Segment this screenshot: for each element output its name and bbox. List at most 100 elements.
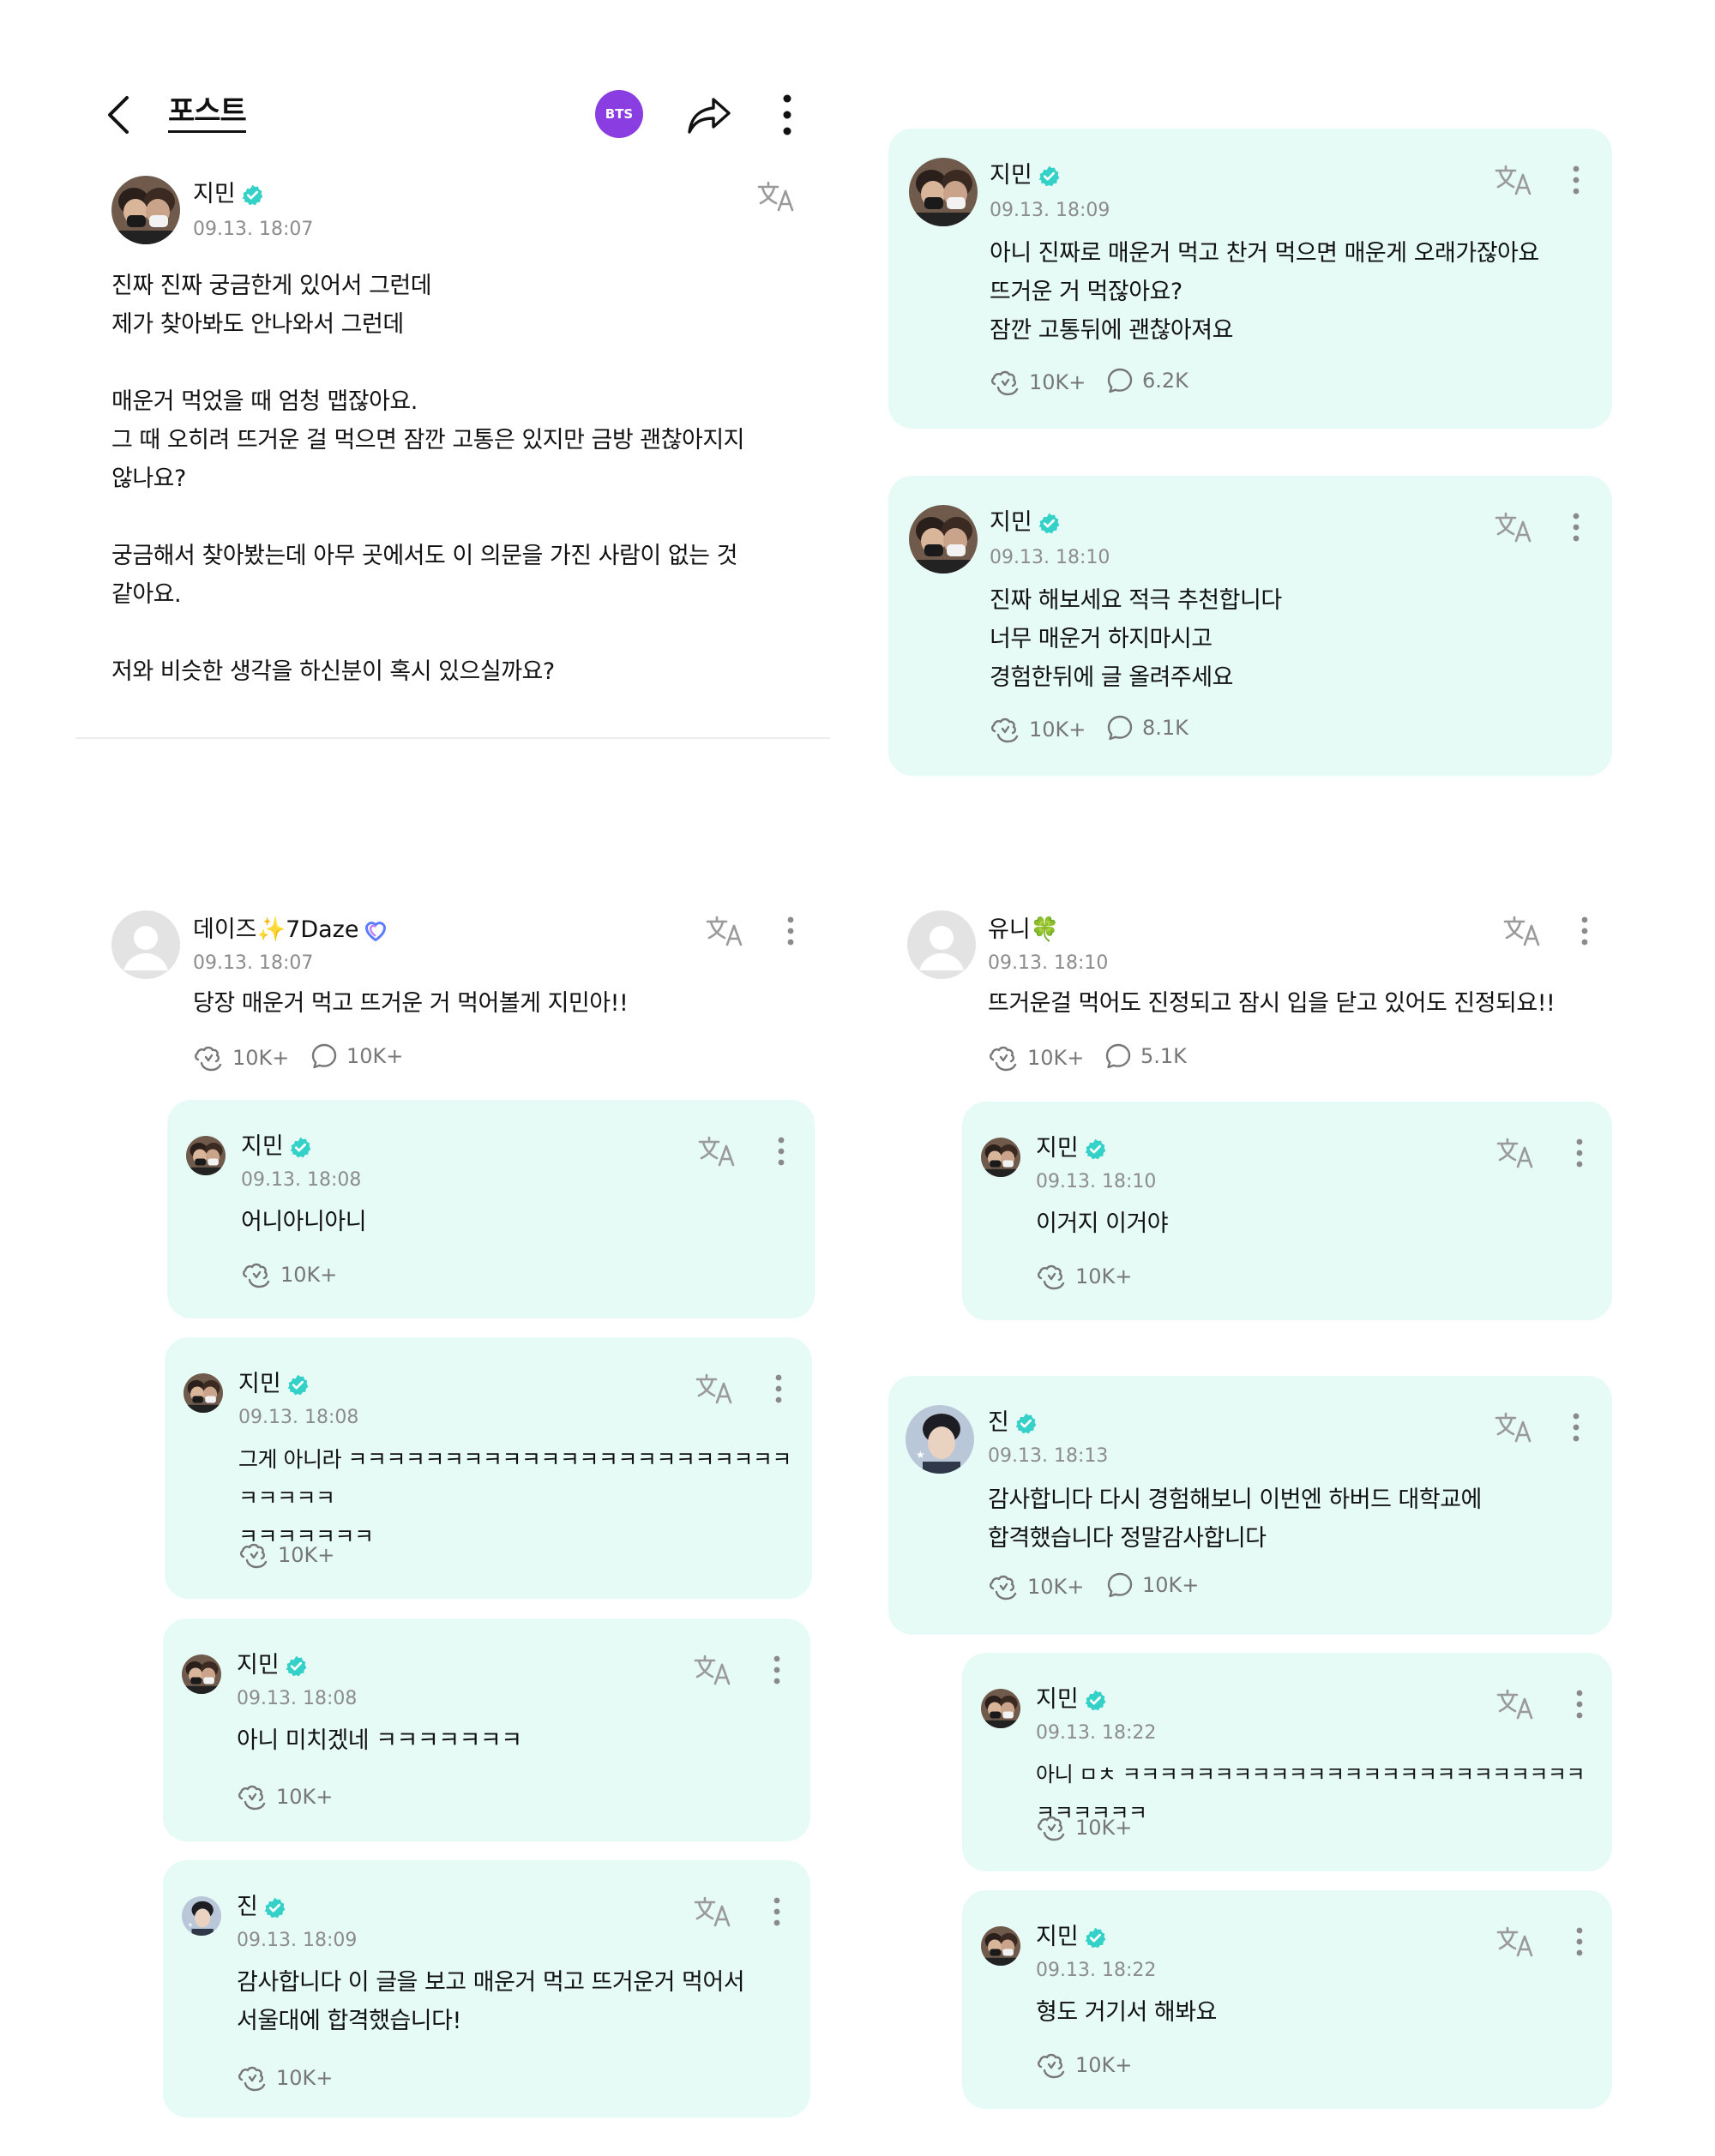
reply-time: 09.13. 18:10 — [1036, 1171, 1157, 1192]
post-time: 09.13. 18:07 — [193, 219, 314, 240]
translate-icon[interactable] — [1494, 163, 1535, 197]
reply-author[interactable]: 지민 — [237, 1651, 308, 1680]
verified-badge-icon — [289, 1136, 312, 1159]
like-icon — [988, 1571, 1020, 1602]
comment-author[interactable]: 데이즈✨7Daze — [193, 916, 388, 945]
avatar[interactable] — [981, 1138, 1020, 1177]
bts-community-badge[interactable]: BTS — [595, 90, 643, 138]
reply-author[interactable]: 지민 — [238, 1370, 310, 1399]
reply-card: 지민 09.13. 18:10 이거지 이거야 10K+ — [962, 1102, 1612, 1320]
more-options-icon[interactable] — [772, 1655, 782, 1685]
reply-author[interactable]: 지민 — [1036, 1685, 1107, 1715]
reply-body: 형도 거기서 해봐요 — [1036, 1999, 1217, 2026]
reply-author[interactable]: 진 — [237, 1893, 286, 1922]
fan-badge-icon — [365, 921, 387, 941]
like-count[interactable]: 10K+ — [237, 1781, 333, 1812]
like-icon — [1036, 1261, 1068, 1292]
like-icon — [990, 367, 1022, 398]
like-icon — [237, 2063, 269, 2093]
like-count[interactable]: 10K+ — [1036, 2050, 1132, 2081]
like-icon — [238, 1540, 271, 1570]
avatar[interactable] — [182, 1896, 221, 1936]
translate-icon[interactable] — [1494, 1410, 1535, 1444]
more-options-icon[interactable] — [772, 1896, 782, 1927]
comment-count[interactable]: 10K+ — [310, 1042, 403, 1070]
comment-count[interactable]: 6.2K — [1106, 367, 1188, 394]
share-icon[interactable] — [686, 94, 732, 137]
reply-body: 감사합니다 이 글을 보고 매운거 먹고 뜨거운거 먹어서 서울대에 합격했습니… — [237, 1969, 745, 2034]
avatar[interactable] — [981, 1689, 1020, 1728]
comment-icon — [1106, 367, 1134, 394]
translate-icon[interactable] — [693, 1653, 734, 1687]
more-options-icon[interactable] — [785, 916, 796, 946]
translate-icon[interactable] — [1495, 1925, 1537, 1959]
more-options-icon[interactable] — [1571, 1412, 1581, 1443]
like-count[interactable]: 10K+ — [1036, 1812, 1132, 1843]
page-title: 포스트 — [168, 93, 247, 133]
more-options-icon[interactable] — [776, 1136, 786, 1167]
more-options-icon[interactable] — [1571, 512, 1581, 543]
back-arrow-icon[interactable] — [103, 94, 134, 135]
translate-icon[interactable] — [756, 179, 797, 213]
more-options-icon[interactable] — [1574, 1926, 1585, 1957]
like-count[interactable]: 10K+ — [241, 1259, 337, 1290]
post-author[interactable]: 지민 — [193, 180, 264, 209]
avatar[interactable] — [907, 910, 976, 979]
verified-badge-icon — [1084, 1689, 1107, 1712]
reply-time: 09.13. 18:22 — [1036, 1960, 1157, 1981]
avatar[interactable] — [111, 176, 180, 244]
translate-icon[interactable] — [1502, 914, 1544, 948]
avatar[interactable] — [981, 1926, 1020, 1966]
reply-card: 진 09.13. 18:09 감사합니다 이 글을 보고 매운거 먹고 뜨거운거… — [163, 1860, 810, 2117]
comment-icon — [1106, 714, 1134, 742]
avatar[interactable] — [906, 1405, 974, 1474]
more-options-icon[interactable] — [1580, 916, 1590, 946]
reply-author[interactable]: 지민 — [241, 1132, 312, 1162]
like-count[interactable]: 10K+ — [988, 1571, 1084, 1602]
more-options-icon[interactable] — [1574, 1138, 1585, 1168]
avatar[interactable] — [182, 1655, 221, 1694]
comment-body: 감사합니다 다시 경험해보니 이번엔 하버드 대학교에 합격했습니다 정말감사합… — [988, 1486, 1482, 1552]
translate-icon[interactable] — [697, 1134, 738, 1168]
comment-author[interactable]: 지민 — [990, 508, 1061, 537]
avatar[interactable] — [111, 910, 180, 979]
comment-count[interactable]: 8.1K — [1106, 714, 1188, 742]
like-icon — [193, 1042, 226, 1073]
translate-icon[interactable] — [693, 1895, 734, 1929]
like-count[interactable]: 10K+ — [238, 1540, 334, 1570]
like-count[interactable]: 10K+ — [990, 367, 1086, 398]
like-count[interactable]: 10K+ — [988, 1042, 1084, 1073]
reply-author[interactable]: 지민 — [1036, 1923, 1107, 1952]
comment-author[interactable]: 지민 — [990, 161, 1061, 190]
comment-count[interactable]: 10K+ — [1106, 1571, 1199, 1599]
comment-time: 09.13. 18:10 — [990, 547, 1110, 568]
like-count[interactable]: 10K+ — [237, 2063, 333, 2093]
translate-icon[interactable] — [705, 914, 746, 948]
comment-time: 09.13. 18:10 — [988, 952, 1109, 974]
comment-body: 뜨거운걸 먹어도 진정되고 잠시 입을 닫고 있어도 진정되요!! — [988, 990, 1556, 1017]
translate-icon[interactable] — [1494, 510, 1535, 544]
like-count[interactable]: 10K+ — [990, 714, 1086, 745]
more-options-icon[interactable] — [777, 93, 797, 137]
like-count[interactable]: 10K+ — [1036, 1261, 1132, 1292]
comment-author[interactable]: 진 — [988, 1408, 1038, 1438]
reply-body: 이거지 이거야 — [1036, 1210, 1169, 1237]
avatar[interactable] — [186, 1136, 226, 1175]
translate-icon[interactable] — [1495, 1136, 1537, 1170]
more-options-icon[interactable] — [1571, 165, 1581, 195]
translate-icon[interactable] — [695, 1372, 736, 1406]
verified-badge-icon — [1084, 1138, 1107, 1161]
comment-count[interactable]: 5.1K — [1104, 1042, 1187, 1070]
verified-badge-icon — [241, 183, 264, 207]
reply-author[interactable]: 지민 — [1036, 1134, 1107, 1163]
more-options-icon[interactable] — [1574, 1689, 1585, 1720]
more-options-icon[interactable] — [773, 1373, 784, 1404]
avatar[interactable] — [909, 505, 978, 574]
like-icon — [988, 1042, 1020, 1073]
translate-icon[interactable] — [1495, 1687, 1537, 1721]
like-count[interactable]: 10K+ — [193, 1042, 289, 1073]
avatar[interactable] — [909, 158, 978, 226]
comment-icon — [1104, 1042, 1132, 1070]
comment-author[interactable]: 유니🍀 — [988, 916, 1059, 945]
avatar[interactable] — [184, 1373, 223, 1413]
